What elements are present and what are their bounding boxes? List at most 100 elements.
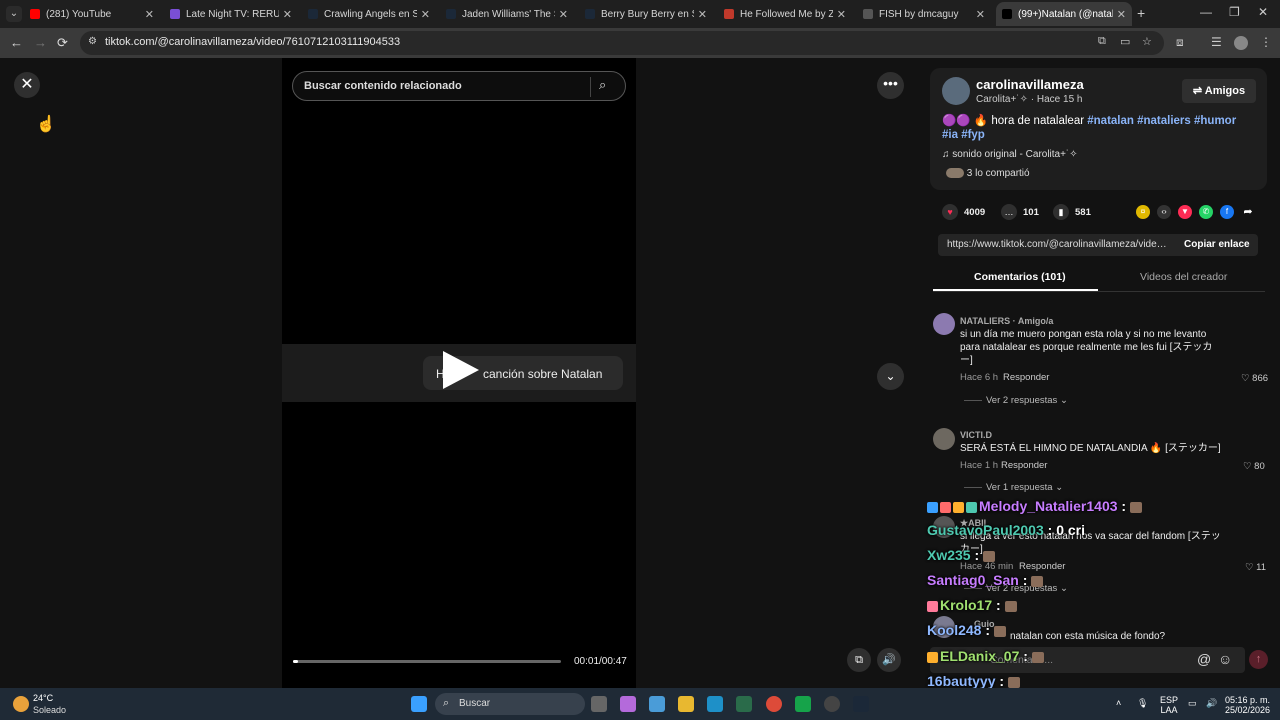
profile-avatar[interactable] (1234, 36, 1248, 50)
site-info-icon[interactable]: ⚙ (88, 36, 97, 47)
translate-icon[interactable]: ⧉ (1098, 35, 1106, 48)
app-icon[interactable] (795, 696, 811, 712)
hashtag-link[interactable]: #fyp (961, 129, 985, 141)
browser-tab[interactable]: Berry Bury Berry en Steam ✕ (579, 2, 713, 26)
microphone-icon[interactable]: 🎙 (1137, 698, 1148, 709)
send-comment-button[interactable]: ↑ (1249, 650, 1268, 669)
browser-tab[interactable]: FISH by dmcaguy ✕ (857, 2, 991, 26)
browser-tab[interactable]: Crawling Angels en Steam ✕ (302, 2, 436, 26)
commenter-avatar[interactable] (933, 313, 955, 335)
mention-icon[interactable]: @ (1197, 651, 1211, 667)
video-progress-bar[interactable] (293, 660, 561, 663)
github-icon[interactable] (824, 696, 840, 712)
facebook-icon[interactable]: f (1220, 205, 1234, 219)
browser-tab[interactable]: Late Night TV: RERUN by ✕ (164, 2, 298, 26)
start-icon[interactable] (411, 696, 427, 712)
emoji-icon[interactable]: ☺ (1218, 651, 1232, 667)
more-options-button[interactable]: ••• (877, 72, 904, 99)
taskbar-search[interactable]: ⌕ Buscar (435, 693, 585, 715)
tab-creator-videos[interactable]: Videos del creador (1140, 271, 1227, 283)
reply-button[interactable]: Responder (1003, 372, 1049, 383)
close-video-button[interactable]: ✕ (14, 72, 40, 98)
steam-icon[interactable] (853, 696, 869, 712)
hashtag-link[interactable]: #humor (1194, 115, 1236, 127)
sound-link[interactable]: ♫ sonido original - Carolita+˙✧ (942, 149, 1078, 160)
next-video-button[interactable]: ⌄ (877, 363, 904, 390)
bookmark-star-icon[interactable]: ☆ (1142, 35, 1152, 48)
tab-close-icon[interactable]: ✕ (698, 8, 707, 21)
network-icon[interactable]: ▭ (1188, 698, 1197, 709)
reload-button[interactable]: ⟳ (57, 35, 68, 51)
pip-button[interactable]: ⧉ (847, 648, 871, 672)
minimize-button[interactable]: — (1200, 5, 1212, 19)
tab-close-icon[interactable]: ✕ (1117, 8, 1126, 21)
creator-avatar[interactable] (942, 77, 970, 105)
tab-close-icon[interactable]: ✕ (283, 8, 292, 21)
comment-user[interactable]: NATALIERS · Amigo/a (960, 316, 1053, 326)
view-replies[interactable]: Ver 1 respuesta ⌄ (964, 482, 1063, 493)
tab-comments[interactable]: Comentarios (101) (974, 271, 1066, 283)
language-indicator[interactable]: ESP LAA (1160, 695, 1178, 715)
comment-like[interactable]: ♡ 80 (1243, 461, 1265, 472)
clock[interactable]: 05:16 p. m. 25/02/2026 (1225, 695, 1270, 715)
related-search-input[interactable]: Buscar contenido relacionado ⌕ (292, 71, 626, 101)
address-bar[interactable]: ⚙ tiktok.com/@carolinavillameza/video/76… (80, 31, 1164, 55)
reply-button[interactable]: Responder (1019, 561, 1065, 572)
tray-chevron-icon[interactable]: ˄ (1116, 698, 1121, 708)
close-window-button[interactable]: ✕ (1258, 5, 1268, 19)
excel-icon[interactable] (736, 696, 752, 712)
tab-close-icon[interactable]: ✕ (837, 8, 846, 21)
browser-tab[interactable]: He Followed Me by Zesto ✕ (718, 2, 852, 26)
chrome-icon[interactable] (766, 696, 782, 712)
cast-icon[interactable]: ▭ (1120, 35, 1130, 48)
friends-button[interactable]: ⇌ Amigos (1182, 79, 1256, 103)
menu-icon[interactable]: ⋮ (1260, 35, 1272, 49)
commenter-avatar[interactable] (933, 428, 955, 450)
maximize-button[interactable]: ❐ (1229, 5, 1240, 19)
comment-icon[interactable]: … (1001, 204, 1017, 220)
send-icon[interactable]: ▼ (1178, 205, 1192, 219)
back-button[interactable]: ← (10, 35, 23, 50)
reading-list-icon[interactable]: ☰ (1211, 35, 1222, 49)
hashtag-link[interactable]: #ia (942, 129, 961, 141)
task-view-icon[interactable] (591, 696, 607, 712)
coin-icon[interactable]: ¤ (1136, 205, 1150, 219)
hashtag-link[interactable]: #natalan (1087, 115, 1137, 127)
copy-link-button[interactable]: Copiar enlace (1184, 239, 1250, 250)
tab-close-icon[interactable]: ✕ (145, 8, 154, 21)
browser-tab[interactable]: (281) YouTube ✕ (24, 2, 160, 26)
like-icon[interactable]: ♥ (942, 204, 958, 220)
tab-search-button[interactable]: ⌄ (6, 6, 22, 22)
tab-close-icon[interactable]: ✕ (559, 8, 568, 21)
extensions-icon[interactable]: ⧈ (1176, 35, 1184, 50)
tab-close-icon[interactable]: ✕ (421, 8, 430, 21)
comment-like[interactable]: ♡ 11 (1245, 562, 1266, 573)
browser-tab[interactable]: Jaden Williams' The Stalk ✕ (440, 2, 574, 26)
volume-button[interactable]: 🔊 (877, 648, 901, 672)
reply-button[interactable]: Responder (1001, 460, 1047, 471)
store-icon[interactable] (649, 696, 665, 712)
play-icon[interactable] (443, 351, 479, 389)
file-explorer-icon[interactable] (678, 696, 694, 712)
volume-tray-icon[interactable]: 🔊 (1206, 698, 1217, 709)
whatsapp-icon[interactable]: ✆ (1199, 205, 1213, 219)
tab-close-icon[interactable]: ✕ (976, 8, 985, 21)
view-replies[interactable]: Ver 2 respuestas ⌄ (964, 395, 1068, 406)
weather-icon[interactable] (13, 696, 29, 712)
embed-icon[interactable]: ‹› (1157, 205, 1171, 219)
comment-like[interactable]: ♡ 866 (1241, 373, 1268, 384)
search-icon[interactable]: ⌕ (599, 77, 606, 93)
shared-by[interactable]: 3 lo compartió (946, 168, 1030, 179)
forward-button[interactable]: → (34, 35, 47, 50)
copilot-icon[interactable] (620, 696, 636, 712)
browser-tab[interactable]: (99+)Natalan (@natal ✕ (996, 2, 1132, 26)
hashtag-link[interactable]: #nataliers (1137, 115, 1194, 127)
creator-username[interactable]: carolinavillameza (976, 77, 1084, 92)
comment-user[interactable]: VICTI.D (960, 430, 992, 440)
bookmark-icon[interactable]: ▮ (1053, 204, 1069, 220)
share-link[interactable]: https://www.tiktok.com/@carolinavillamez… (947, 239, 1171, 250)
edge-icon[interactable] (707, 696, 723, 712)
divider (590, 77, 591, 97)
share-arrow-icon[interactable]: ➦ (1241, 205, 1255, 219)
new-tab-button[interactable]: + (1137, 5, 1145, 21)
